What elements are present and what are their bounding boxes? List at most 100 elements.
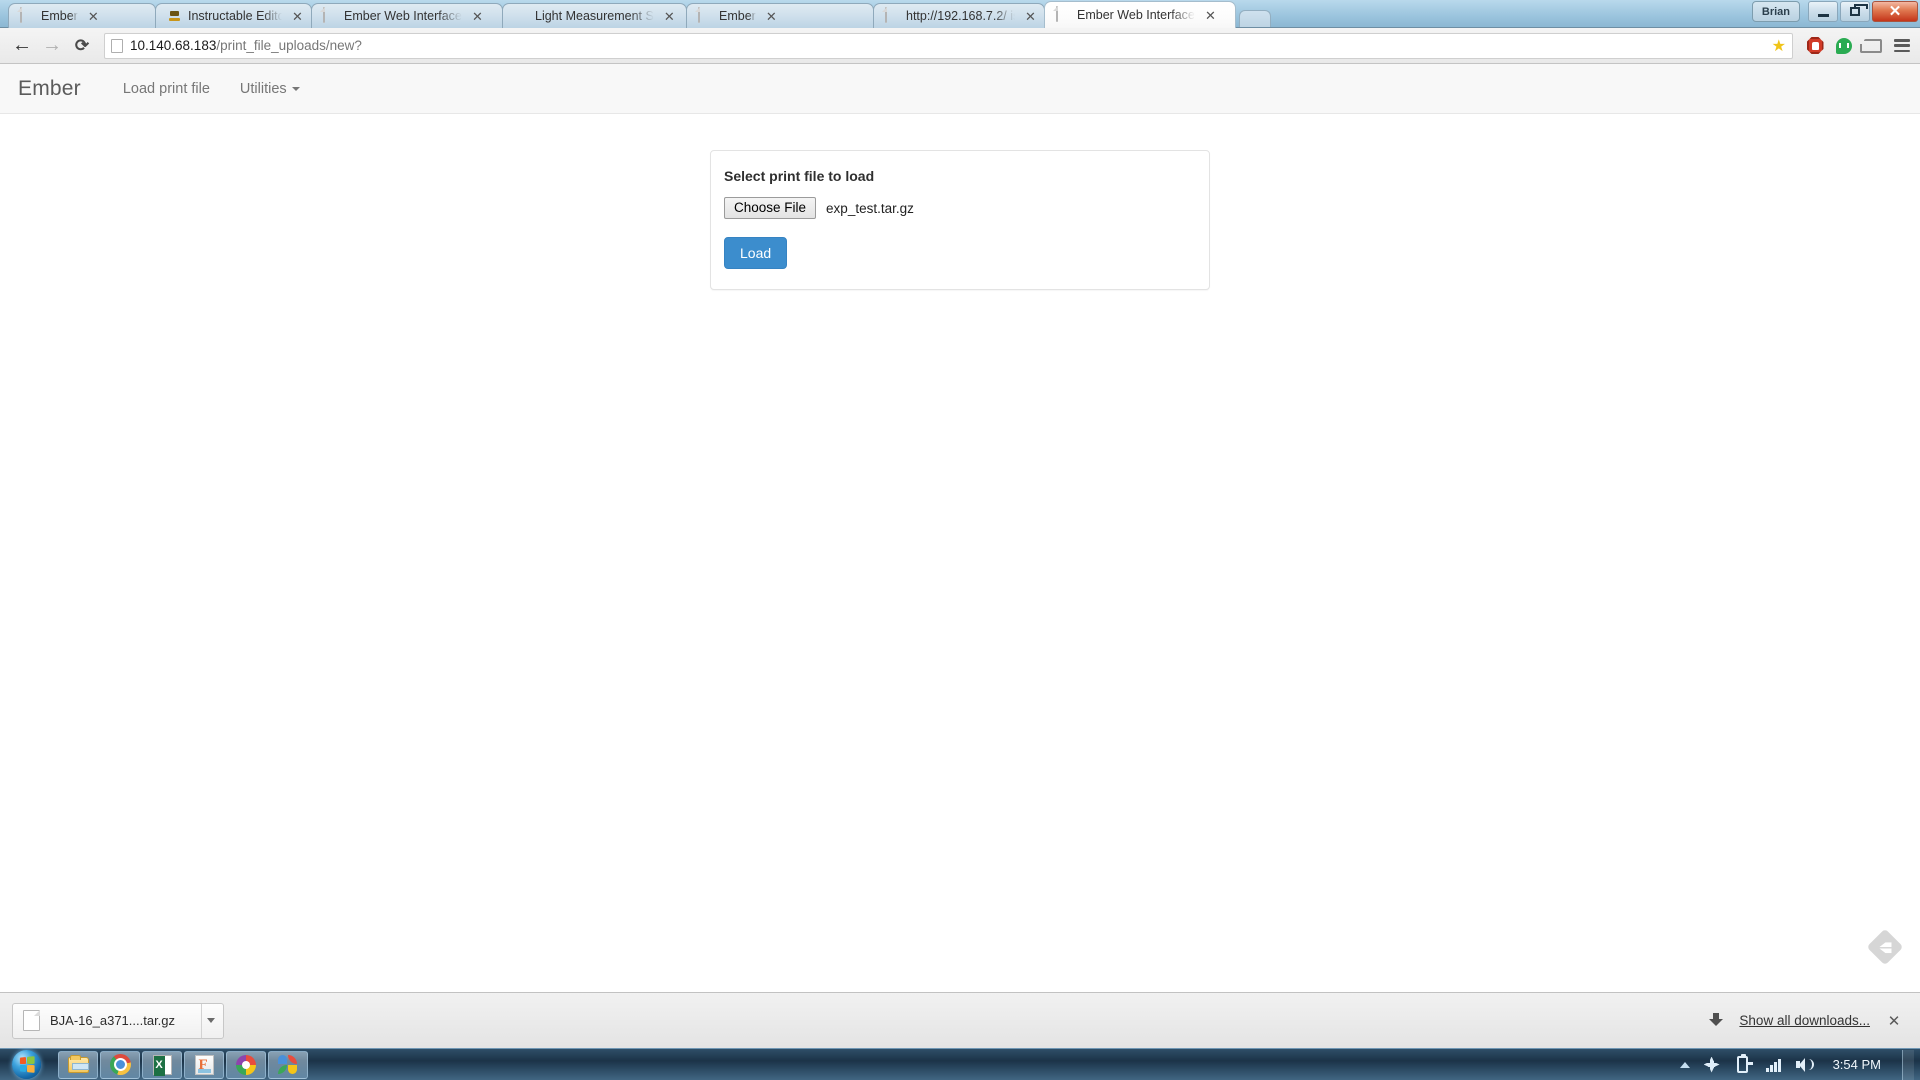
nav-utilities[interactable]: Utilities xyxy=(240,81,300,97)
tab-close-icon[interactable]: ✕ xyxy=(1203,8,1218,23)
close-shelf-icon[interactable]: ✕ xyxy=(1886,1012,1902,1030)
browser-tab-active[interactable]: Ember Web Interface ✕ xyxy=(1044,1,1236,28)
show-desktop-button[interactable] xyxy=(1902,1049,1914,1080)
download-file-name: BJA-16_a371....tar.gz xyxy=(50,1013,176,1028)
tab-strip: Ember ✕ Instructable Editor ✕ Ember Web … xyxy=(0,0,1920,28)
feedback-diamond-icon[interactable] xyxy=(1866,928,1904,966)
chrome-icon xyxy=(109,1054,131,1076)
battery-icon[interactable] xyxy=(1734,1054,1754,1074)
taskbar-app-list xyxy=(58,1050,308,1079)
taskbar-app-microsoft-excel[interactable] xyxy=(142,1050,182,1079)
forward-icon[interactable]: → xyxy=(38,32,66,60)
tab-title: Light Measurement S xyxy=(535,9,654,23)
page-icon xyxy=(322,7,338,24)
start-button[interactable] xyxy=(2,1050,50,1080)
taskbar-app-windows-explorer[interactable] xyxy=(58,1050,98,1079)
system-tray: 3:54 PM xyxy=(1679,1049,1920,1080)
browser-window: Ember ✕ Instructable Editor ✕ Ember Web … xyxy=(0,0,1920,1048)
folder-icon xyxy=(67,1054,89,1076)
tab-title: Ember Web Interface xyxy=(344,9,462,23)
network-icon[interactable] xyxy=(1703,1056,1721,1074)
url-path: /print_file_uploads/new? xyxy=(216,38,362,53)
page-viewport: Ember Load print file Utilities Select p… xyxy=(0,64,1920,992)
close-window-button[interactable]: ✕ xyxy=(1872,1,1918,22)
app-brand[interactable]: Ember xyxy=(18,77,81,101)
back-icon[interactable]: ← xyxy=(8,32,36,60)
download-arrow-icon xyxy=(1709,1013,1724,1028)
hangouts-icon[interactable] xyxy=(1834,36,1854,56)
tab-close-icon[interactable]: ✕ xyxy=(470,9,485,24)
page-icon xyxy=(697,7,713,24)
sphere-icon xyxy=(513,8,529,24)
tray-overflow-icon[interactable] xyxy=(1679,1061,1690,1068)
cast-icon[interactable] xyxy=(1860,36,1883,56)
taskbar-app-foxit-reader[interactable] xyxy=(184,1050,224,1079)
user-profile-button[interactable]: Brian xyxy=(1751,1,1800,22)
page-icon xyxy=(884,7,900,24)
tab-close-icon[interactable]: ✕ xyxy=(764,9,779,24)
f-document-icon xyxy=(193,1054,215,1076)
tab-title: Instructable Editor xyxy=(188,9,282,23)
browser-tab[interactable]: Ember Web Interface ✕ xyxy=(311,3,503,28)
taskbar-app-google-chrome[interactable] xyxy=(100,1050,140,1079)
tab-close-icon[interactable]: ✕ xyxy=(1023,9,1038,24)
nav-link-label: Utilities xyxy=(239,80,287,97)
volume-icon[interactable] xyxy=(1795,1056,1814,1074)
browser-tab[interactable]: Light Measurement S ✕ xyxy=(502,3,687,28)
reload-icon[interactable]: ⟳ xyxy=(68,32,96,60)
taskbar-app-picasa[interactable] xyxy=(226,1050,266,1079)
nav-link-label: Load print file xyxy=(122,80,210,97)
tab-close-icon[interactable]: ✕ xyxy=(662,9,677,24)
address-bar[interactable]: 10.140.68.183/print_file_uploads/new? ★ xyxy=(104,32,1793,59)
app-navbar: Ember Load print file Utilities xyxy=(0,64,1920,114)
signal-icon[interactable] xyxy=(1765,1056,1783,1074)
selected-file-name: exp_test.tar.gz xyxy=(826,200,914,216)
minimize-button[interactable] xyxy=(1808,1,1838,22)
tab-title: http://192.168.7.2/ is xyxy=(906,9,1015,23)
browser-tab[interactable]: http://192.168.7.2/ is ✕ xyxy=(873,3,1045,28)
show-all-downloads-link[interactable]: Show all downloads... xyxy=(1739,1013,1870,1028)
downloads-shelf: BJA-16_a371....tar.gz Show all downloads… xyxy=(0,992,1920,1048)
nav-load-print-file[interactable]: Load print file xyxy=(123,81,210,97)
system-clock[interactable]: 3:54 PM xyxy=(1827,1057,1887,1072)
bookmark-star-icon[interactable]: ★ xyxy=(1772,38,1786,56)
download-menu-button[interactable] xyxy=(201,1003,219,1038)
download-item[interactable]: BJA-16_a371....tar.gz xyxy=(12,1002,225,1039)
page-icon xyxy=(1055,6,1071,23)
maximize-restore-button[interactable] xyxy=(1840,1,1870,22)
new-tab-button[interactable] xyxy=(1239,10,1271,28)
robot-icon xyxy=(166,8,182,24)
feedback-glyph xyxy=(1879,942,1892,953)
tab-close-icon[interactable]: ✕ xyxy=(290,9,305,24)
tab-title: Ember xyxy=(719,9,756,23)
browser-tab[interactable]: Instructable Editor ✕ xyxy=(155,3,312,28)
adblock-icon[interactable] xyxy=(1805,36,1825,56)
downloads-shelf-actions: Show all downloads... ✕ xyxy=(1709,1012,1908,1030)
load-button[interactable]: Load xyxy=(724,237,788,269)
url-host: 10.140.68.183 xyxy=(130,38,217,53)
file-input-row: Choose File exp_test.tar.gz xyxy=(724,197,1196,219)
window-controls: Brian ✕ xyxy=(1751,1,1918,22)
panel-title: Select print file to load xyxy=(724,168,875,184)
page-info-icon[interactable] xyxy=(111,38,123,53)
upload-panel: Select print file to load Choose File ex… xyxy=(710,150,1210,290)
page-icon xyxy=(19,7,35,24)
pinwheel-icon xyxy=(277,1054,299,1076)
choose-file-button[interactable]: Choose File xyxy=(724,197,817,219)
tab-title: Ember Web Interface xyxy=(1077,8,1195,22)
close-icon: ✕ xyxy=(1888,3,1902,20)
chevron-down-icon xyxy=(291,86,300,91)
chevron-down-icon xyxy=(206,1018,215,1023)
tab-close-icon[interactable]: ✕ xyxy=(86,9,101,24)
taskbar-app-photo-viewer[interactable] xyxy=(268,1050,308,1079)
color-wheel-icon xyxy=(235,1054,257,1076)
excel-icon xyxy=(151,1054,173,1076)
tab-title: Ember xyxy=(41,9,78,23)
browser-tab[interactable]: Ember ✕ xyxy=(686,3,874,28)
url-text: 10.140.68.183/print_file_uploads/new? xyxy=(130,38,362,53)
browser-tab[interactable]: Ember ✕ xyxy=(8,3,156,28)
chrome-menu-icon[interactable] xyxy=(1892,36,1912,56)
browser-toolbar: ← → ⟳ 10.140.68.183/print_file_uploads/n… xyxy=(0,28,1920,64)
windows-logo-icon xyxy=(11,1050,41,1079)
windows-taskbar: 3:54 PM xyxy=(0,1048,1920,1080)
